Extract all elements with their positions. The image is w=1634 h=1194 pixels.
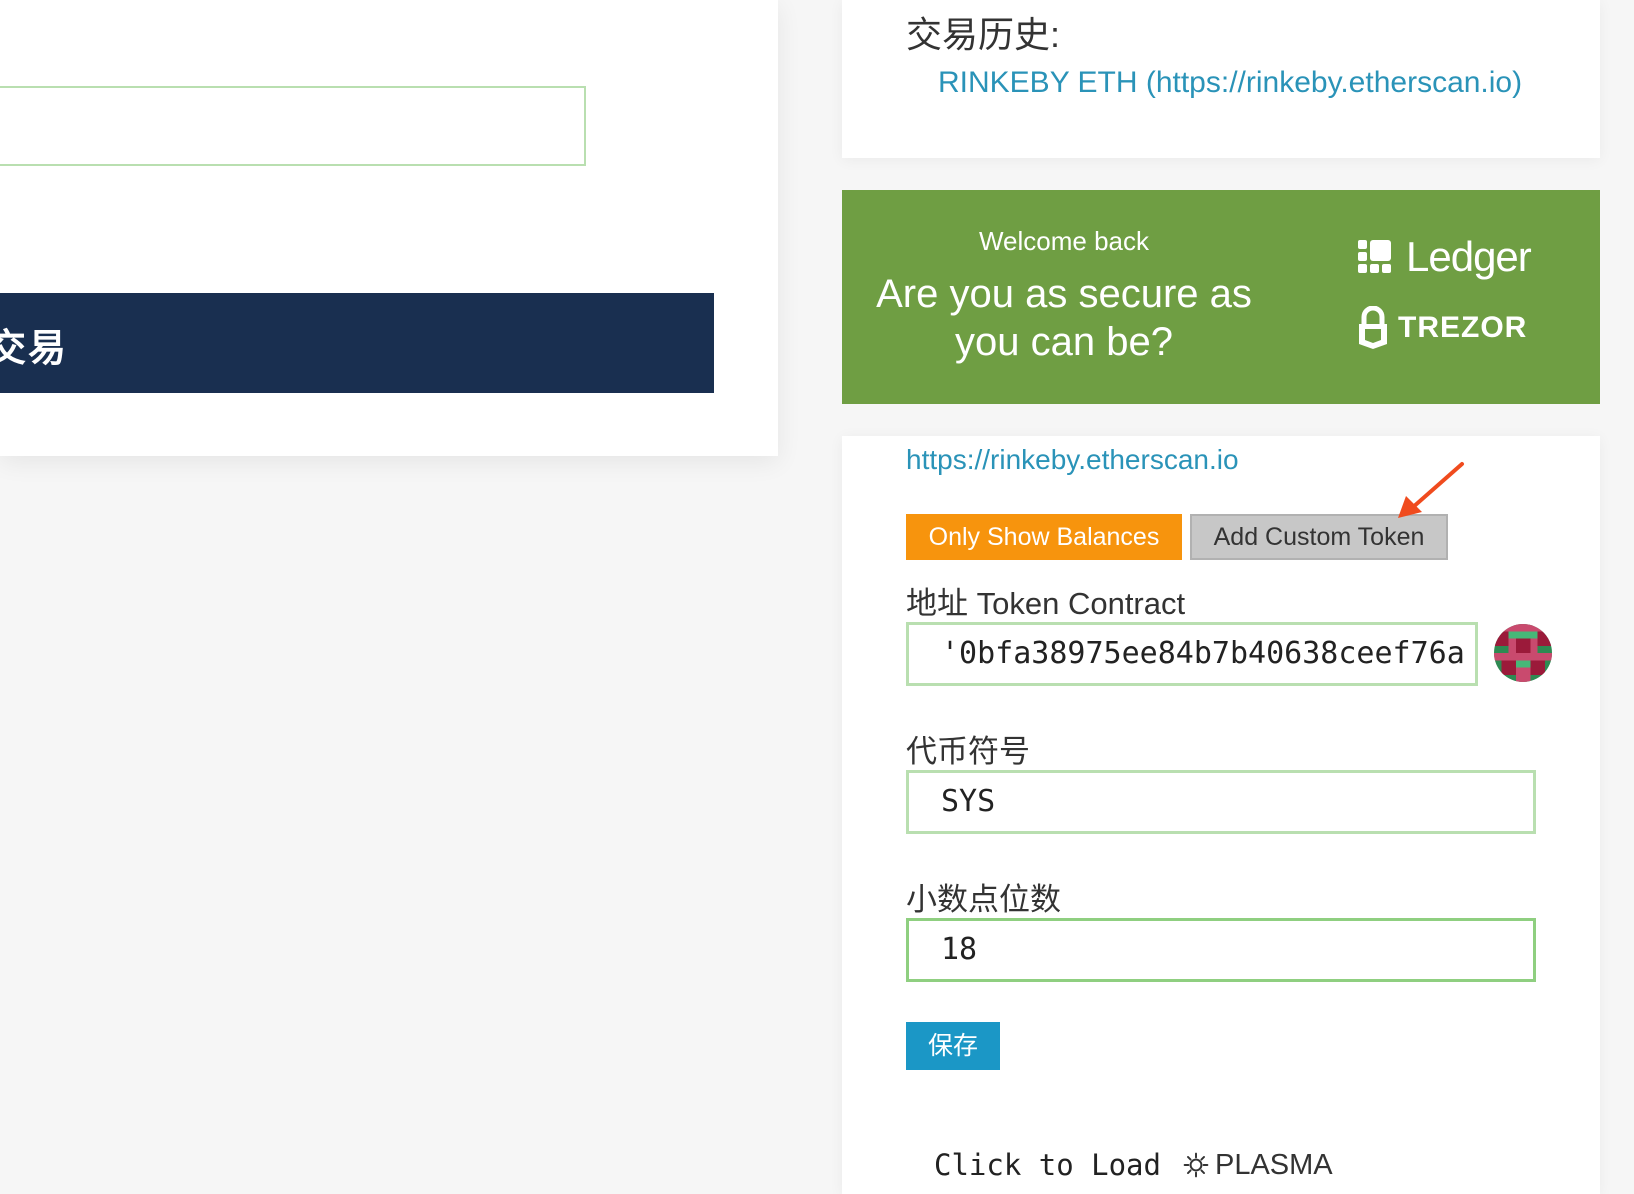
send-transaction-button[interactable]: 交易	[0, 293, 714, 393]
plasma-label: PLASMA	[1214, 1148, 1333, 1181]
click-to-load-text: Click to Load	[934, 1148, 1161, 1182]
token-contract-input[interactable]: '0bfa38975ee84b7b40638ceef76a	[906, 622, 1478, 686]
banner-headline-line2: you can be?	[955, 320, 1173, 364]
save-token-button[interactable]: 保存	[906, 1022, 1000, 1070]
lock-icon	[1359, 306, 1387, 349]
address-identicon	[1494, 624, 1552, 682]
hardware-wallet-banner[interactable]: Welcome back Are you as secure as you ca…	[842, 190, 1600, 404]
banner-headline: Are you as secure as you can be?	[842, 270, 1286, 366]
amount-input[interactable]	[0, 86, 586, 166]
token-symbol-label: 代币符号	[906, 734, 1030, 769]
send-transaction-label: 交易	[0, 328, 69, 370]
banner-headline-line1: Are you as secure as	[876, 272, 1252, 316]
banner-welcome-text: Welcome back	[978, 226, 1150, 256]
rinkeby-etherscan-history-link[interactable]: RINKEBY ETH (https://rinkeby.etherscan.i…	[938, 66, 1522, 100]
token-management-card: https://rinkeby.etherscan.io Only Show B…	[842, 436, 1600, 1194]
send-panel: 交易	[0, 0, 778, 456]
ledger-wordmark: Ledger	[1406, 233, 1532, 280]
gear-icon	[1183, 1152, 1209, 1178]
token-symbol-input[interactable]: SYS	[906, 770, 1536, 834]
click-to-load-row[interactable]: Click to Load PLASMA	[934, 1148, 1333, 1182]
etherscan-link[interactable]: https://rinkeby.etherscan.io	[906, 444, 1239, 476]
trezor-logo: TREZOR	[1358, 306, 1527, 350]
annotation-arrow-icon	[1398, 462, 1464, 518]
token-decimals-label: 小数点位数	[906, 882, 1061, 917]
transaction-history-title: 交易历史:	[906, 14, 1061, 55]
ledger-logo: Ledger	[1358, 233, 1532, 280]
trezor-wordmark: TREZOR	[1398, 311, 1528, 344]
token-decimals-input[interactable]: 18	[906, 918, 1536, 982]
ledger-icon	[1358, 240, 1391, 273]
transaction-history-card: 交易历史: RINKEBY ETH (https://rinkeby.ether…	[842, 0, 1600, 158]
token-contract-label: 地址 Token Contract	[906, 586, 1186, 621]
only-show-balances-button[interactable]: Only Show Balances	[906, 514, 1182, 560]
